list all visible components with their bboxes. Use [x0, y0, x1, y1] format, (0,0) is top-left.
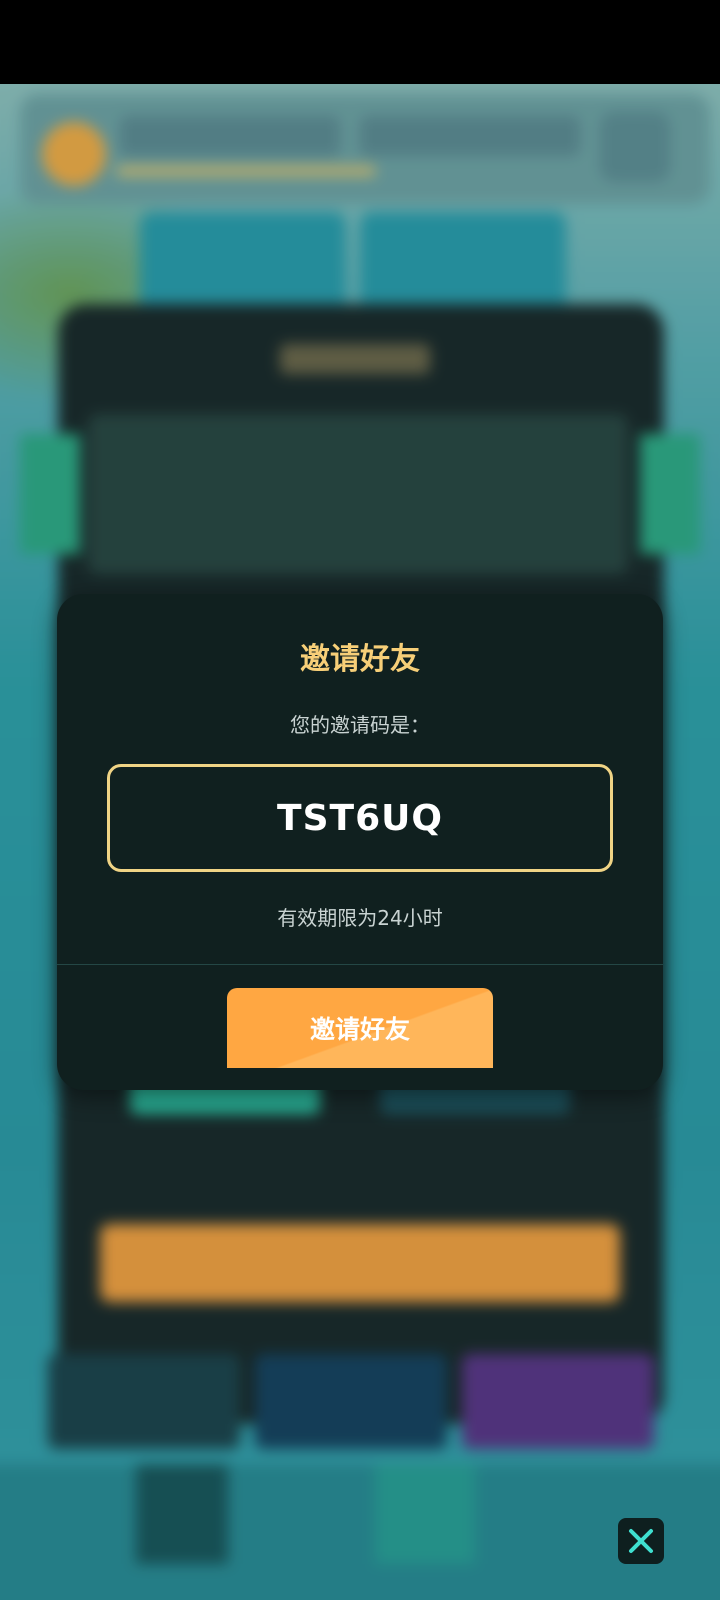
status-bar — [0, 0, 720, 84]
close-icon — [629, 1529, 653, 1553]
invite-friends-button[interactable]: 邀请好友 — [227, 988, 493, 1068]
invite-code-box[interactable]: TST6UQ — [107, 764, 613, 872]
divider — [57, 964, 663, 965]
invite-code-value[interactable]: TST6UQ — [277, 798, 443, 839]
expiry-text: 有效期限为24小时 — [277, 906, 443, 930]
invite-dialog: 邀请好友 您的邀请码是： TST6UQ 有效期限为24小时 邀请好友 — [57, 594, 663, 1090]
invite-code-label: 您的邀请码是： — [290, 713, 430, 737]
close-button[interactable] — [618, 1518, 664, 1564]
dialog-title: 邀请好友 — [300, 642, 420, 677]
